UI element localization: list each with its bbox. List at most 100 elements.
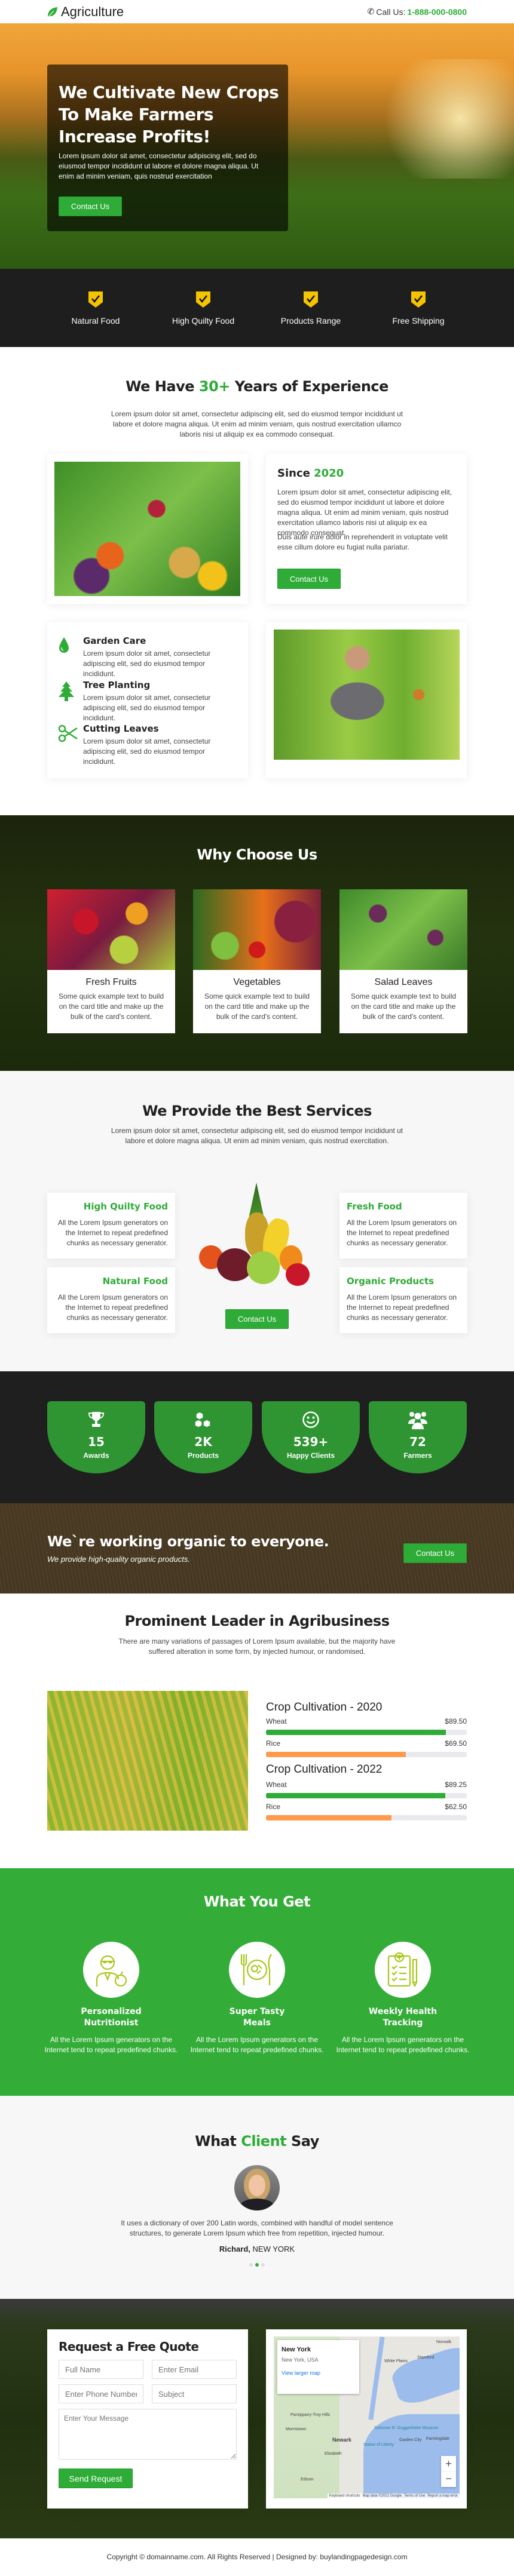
map-river <box>368 2336 385 2420</box>
stat-value: 2K <box>194 1435 212 1449</box>
stat-label: Happy Clients <box>286 1451 335 1460</box>
logo[interactable]: Agriculture <box>47 4 124 20</box>
feature-label: Products Range <box>280 316 341 326</box>
zoom-out-button[interactable]: − <box>441 2471 456 2487</box>
services-contact-button[interactable]: Contact Us <box>225 1309 289 1329</box>
hero-contact-button[interactable]: Contact Us <box>59 196 122 216</box>
map-attribution-link[interactable]: Keyboard shortcuts <box>329 2494 360 2498</box>
testimonial-title: What Client Say <box>0 2133 514 2150</box>
since-text-1: Lorem ipsum dolor sit amet, consectetur … <box>277 488 452 537</box>
send-request-button[interactable]: Send Request <box>59 2468 133 2488</box>
title-highlight: Client <box>241 2133 287 2150</box>
item-text: Lorem ipsum dolor sit amet, consectetur … <box>83 693 211 722</box>
phone-info[interactable]: ✆ Call Us: 1-888-000-0800 <box>368 7 467 17</box>
subject-input[interactable] <box>152 2384 237 2403</box>
get-title: What You Get <box>203 1893 311 1910</box>
sun-glow <box>371 59 514 179</box>
map-place-label: Edison <box>301 2477 314 2482</box>
benefit-icon-circle <box>83 1942 139 1998</box>
benefit-text: All the Lorem Ipsum generators on the In… <box>44 2035 178 2054</box>
call-label: Call Us: <box>376 7 406 17</box>
benefit-title: Super Tasty Meals <box>229 2007 285 2028</box>
benefit-icon-circle <box>375 1942 431 1998</box>
crop-row-value: $89.50 <box>445 1717 467 1725</box>
service-text: All the Lorem Ipsum generators on the In… <box>347 1293 457 1322</box>
hero: We Cultivate New Crops To Make Farmers I… <box>0 23 514 269</box>
why-card-text: Some quick example text to build on the … <box>58 992 164 1021</box>
email-input[interactable] <box>152 2360 237 2379</box>
map-place-label: Morristown <box>286 2427 307 2431</box>
services-text: Lorem ipsum dolor sit amet, consectetur … <box>111 1126 403 1145</box>
crop-row-value: $89.25 <box>445 1780 467 1789</box>
organic-contact-button[interactable]: Contact Us <box>403 1543 467 1563</box>
zoom-controls: + − <box>441 2456 456 2487</box>
why-card-image <box>193 889 321 970</box>
phone-number[interactable]: 1-888-000-0800 <box>407 7 467 17</box>
testimonial-quote: It uses a dictionary of over 200 Latin w… <box>121 2219 393 2237</box>
carousel-dot[interactable] <box>249 2263 253 2267</box>
client-avatar <box>234 2165 280 2210</box>
drop-icon <box>59 637 69 653</box>
message-textarea[interactable] <box>59 2409 237 2460</box>
services-title: We Provide the Best Services <box>142 1103 372 1119</box>
map-place: New York <box>282 2346 311 2353</box>
footer: Copyright © domainname.com. All Rights R… <box>0 2538 514 2576</box>
shield-check-icon <box>304 291 318 308</box>
rice-image <box>47 1691 248 1831</box>
crop-row-value: $69.50 <box>445 1739 467 1748</box>
service-card: Fresh Food All the Lorem Ipsum generators… <box>339 1193 467 1258</box>
organic-subtitle: We provide high-quality organic products… <box>47 1555 190 1564</box>
face <box>249 2175 265 2196</box>
phone-icon: ✆ <box>367 7 375 16</box>
experience-text: Lorem ipsum dolor sit amet, consectetur … <box>111 410 403 438</box>
hero-box: We Cultivate New Crops To Make Farmers I… <box>47 65 288 231</box>
crop-stats: Crop Cultivation - 2020 Wheat $89.50 Rice $6… <box>266 1594 467 1868</box>
map-place-label: Statue of Liberty <box>363 2443 394 2447</box>
map-attribution: Keyboard shortcuts Map data ©2022 Google T… <box>327 2494 460 2498</box>
map-place-label: Stamford <box>417 2356 435 2360</box>
header: Agriculture ✆ Call Us: 1-888-000-0800 <box>0 0 514 23</box>
full-name-input[interactable] <box>59 2360 143 2379</box>
shield-check-icon <box>196 291 210 308</box>
map-attribution-link[interactable]: Terms of Use <box>404 2494 425 2498</box>
map[interactable]: Norwalk Stamford White Plains Parsippany-Tr… <box>274 2336 460 2498</box>
farmer-image <box>274 630 460 760</box>
nutritionist-icon <box>96 1955 127 1987</box>
why-card[interactable]: Fresh Fruits Some quick example text to b… <box>47 889 175 1033</box>
why-card-title: Salad Leaves <box>374 977 433 987</box>
why-card[interactable]: Salad Leaves Some quick example text to b… <box>339 889 467 1033</box>
since-card: Since 2020 Lorem ipsum dolor sit amet, c… <box>266 454 467 604</box>
feature-item: High Quilty Food <box>155 290 251 326</box>
benefit-title: Personalized Nutritionist <box>81 2007 142 2028</box>
since-contact-button[interactable]: Contact Us <box>277 569 341 589</box>
service-title: Fresh Food <box>347 1201 402 1212</box>
crop-row-label: Rice <box>266 1739 281 1748</box>
view-larger-map-link[interactable]: View larger map <box>282 2370 355 2376</box>
feature-label: Natural Food <box>71 316 120 326</box>
jacket <box>239 2199 275 2210</box>
stat-label: Products <box>187 1451 219 1460</box>
feature-label: Free Shipping <box>392 316 445 326</box>
author-name: Richard, <box>219 2245 250 2253</box>
map-info-box: New York New York, USA View larger map <box>277 2340 359 2394</box>
carousel-dot[interactable] <box>255 2263 259 2267</box>
apple <box>286 1263 310 1286</box>
map-attribution-link[interactable]: Map data ©2022 Google <box>363 2494 402 2498</box>
zoom-in-button[interactable]: + <box>441 2456 456 2471</box>
hero-title: We Cultivate New Crops To Make Farmers I… <box>59 82 279 146</box>
item-title: Tree Planting <box>83 680 151 690</box>
carousel-dot[interactable] <box>261 2263 265 2267</box>
item-text: Lorem ipsum dolor sit amet, consectetur … <box>83 737 211 766</box>
crop-row-value: $62.50 <box>445 1803 467 1811</box>
quote-section: Request a Free Quote Send Request Norwal… <box>0 2299 514 2538</box>
map-attribution-link[interactable]: Report a map error <box>427 2494 458 2498</box>
benefit-item: Personalized Nutritionist All the Lorem I… <box>42 1942 180 2055</box>
since-text-2: Duis aute irure dolor in reprehenderit i… <box>277 533 448 551</box>
benefit-text: All the Lorem Ipsum generators on the In… <box>336 2035 470 2054</box>
why-choose-section: Why Choose Us Fresh Fruits Some quick exa… <box>0 815 514 1071</box>
service-card: Organic Products All the Lorem Ipsum gene… <box>339 1267 467 1333</box>
why-card-image <box>47 889 175 970</box>
crop-row-label: Rice <box>266 1803 281 1811</box>
why-card[interactable]: Vegetables Some quick example text to bui… <box>193 889 321 1033</box>
phone-input[interactable] <box>59 2384 143 2403</box>
